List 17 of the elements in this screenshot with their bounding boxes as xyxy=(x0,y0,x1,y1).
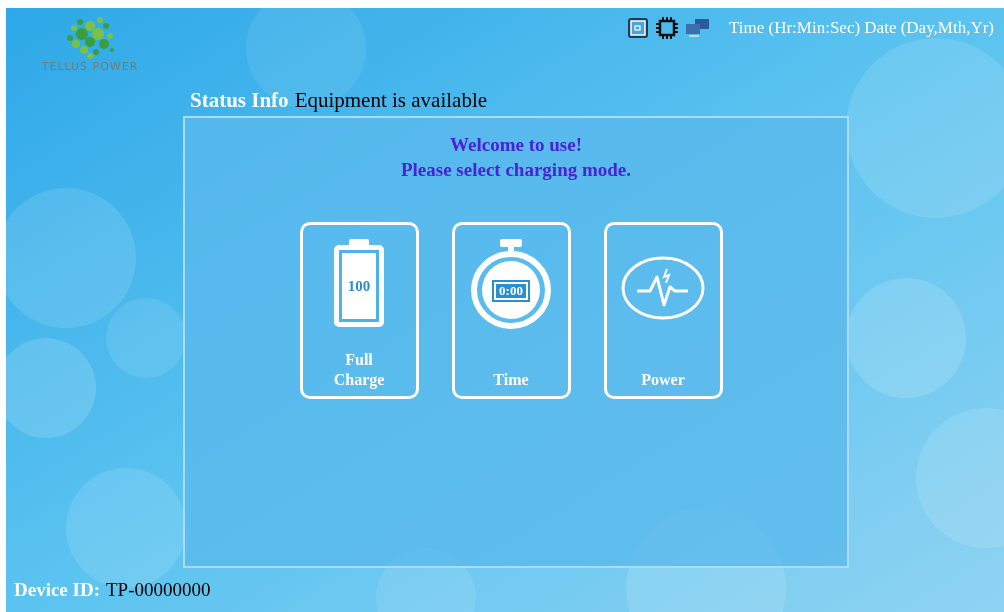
logo-text: TELLUS POWER xyxy=(41,60,139,74)
welcome-text: Please select charging mode. xyxy=(400,158,632,182)
status-text: Equipment is available xyxy=(294,87,488,115)
chip-icon xyxy=(654,16,679,40)
card-icon xyxy=(626,17,649,39)
status-label: Status Info xyxy=(190,87,289,115)
mode-button[interactable]: 0:00 Time xyxy=(451,222,571,399)
battery-level-text: 100 xyxy=(347,276,371,296)
date-time-text: Time (Hr:Min:Sec) Date (Day,Mth,Yr) xyxy=(728,17,994,40)
mode-button[interactable]: 100 Full Charge xyxy=(299,222,419,399)
welcome-text: Welcome to use! xyxy=(450,133,582,157)
timer-display-text: 0:00 xyxy=(494,282,528,300)
computers-icon xyxy=(684,18,711,38)
device-id-text: TP-00000000 xyxy=(106,578,211,602)
device-id-label: Device ID: xyxy=(14,578,100,602)
pulse-icon xyxy=(620,255,706,321)
mode-button[interactable]: Power xyxy=(603,222,723,399)
